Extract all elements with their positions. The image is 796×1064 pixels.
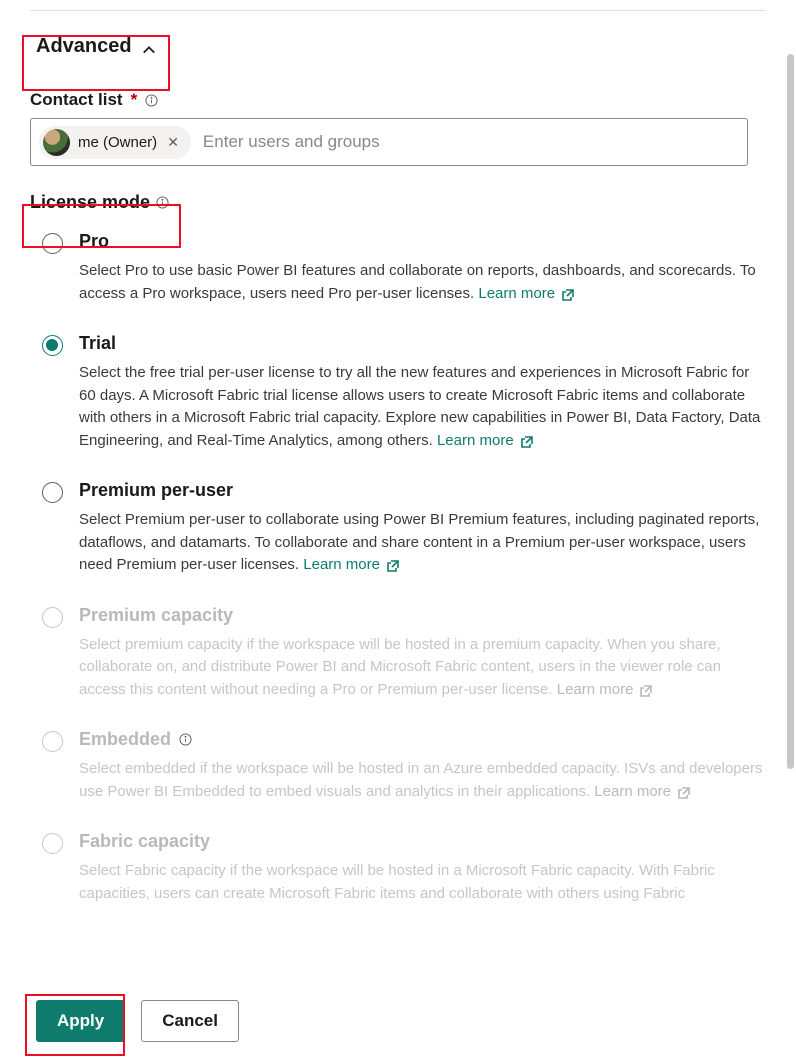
radio-title: Embedded — [79, 729, 766, 750]
advanced-title: Advanced — [36, 35, 132, 58]
radio-title: Trial — [79, 333, 766, 354]
license-mode-radio-group: Pro Select Pro to use basic Power BI feat… — [42, 231, 766, 905]
contact-list-field[interactable]: me (Owner) ✕ — [30, 118, 748, 166]
learn-more-link[interactable]: Learn more — [478, 283, 575, 306]
radio-description: Select Premium per-user to collaborate u… — [79, 509, 766, 577]
cancel-button[interactable]: Cancel — [141, 1000, 239, 1042]
radio-description: Select Pro to use basic Power BI feature… — [79, 260, 766, 305]
chip-label: me (Owner) — [78, 134, 157, 151]
radio-title-text: Trial — [79, 333, 116, 354]
radio-body: Fabric capacity Select Fabric capacity if… — [79, 831, 766, 905]
license-option[interactable]: Pro Select Pro to use basic Power BI feat… — [42, 231, 766, 305]
license-mode-label-text: License mode — [30, 192, 150, 213]
radio-button[interactable] — [42, 233, 63, 254]
learn-more-link: Learn more — [557, 679, 654, 702]
apply-button[interactable]: Apply — [36, 1000, 125, 1042]
license-mode-label: License mode — [30, 192, 766, 213]
radio-body: Trial Select the free trial per-user lice… — [79, 333, 766, 452]
radio-title-text: Premium capacity — [79, 605, 233, 626]
avatar — [43, 129, 70, 156]
radio-body: Pro Select Pro to use basic Power BI feat… — [79, 231, 766, 305]
license-option: Embedded Select embedded if the workspace… — [42, 729, 766, 803]
learn-more-link[interactable]: Learn more — [303, 554, 400, 577]
radio-button — [42, 833, 63, 854]
contact-list-label: Contact list * — [30, 90, 766, 110]
radio-button — [42, 731, 63, 752]
license-option: Fabric capacity Select Fabric capacity if… — [42, 831, 766, 905]
learn-more-link[interactable]: Learn more — [437, 430, 534, 453]
required-marker: * — [131, 90, 138, 110]
external-link-icon — [561, 287, 575, 301]
radio-body: Premium per-user Select Premium per-user … — [79, 480, 766, 577]
external-link-icon — [520, 434, 534, 448]
radio-button — [42, 607, 63, 628]
radio-title-text: Embedded — [79, 729, 171, 750]
chip-remove-icon[interactable]: ✕ — [165, 134, 181, 151]
radio-title: Premium per-user — [79, 480, 766, 501]
divider — [30, 10, 766, 11]
radio-description: Select the free trial per-user license t… — [79, 362, 766, 452]
advanced-section-toggle[interactable]: Advanced — [30, 23, 162, 68]
radio-title: Fabric capacity — [79, 831, 766, 852]
info-icon[interactable] — [145, 94, 158, 107]
radio-title: Premium capacity — [79, 605, 766, 626]
radio-description: Select embedded if the workspace will be… — [79, 758, 766, 803]
info-icon[interactable] — [179, 733, 192, 746]
radio-title-text: Premium per-user — [79, 480, 233, 501]
footer: Apply Cancel — [0, 978, 796, 1064]
radio-title-text: Fabric capacity — [79, 831, 210, 852]
external-link-icon — [639, 683, 653, 697]
external-link-icon — [386, 558, 400, 572]
radio-body: Embedded Select embedded if the workspace… — [79, 729, 766, 803]
contact-input[interactable] — [201, 131, 739, 153]
radio-title: Pro — [79, 231, 766, 252]
radio-description: Select Fabric capacity if the workspace … — [79, 860, 766, 905]
scrollbar[interactable] — [787, 54, 794, 769]
info-icon[interactable] — [156, 196, 169, 209]
contact-chip[interactable]: me (Owner) ✕ — [39, 126, 191, 159]
radio-button[interactable] — [42, 482, 63, 503]
radio-title-text: Pro — [79, 231, 109, 252]
license-option: Premium capacity Select premium capacity … — [42, 605, 766, 702]
radio-description: Select premium capacity if the workspace… — [79, 634, 766, 702]
radio-button[interactable] — [42, 335, 63, 356]
contact-list-label-text: Contact list — [30, 90, 123, 110]
radio-body: Premium capacity Select premium capacity … — [79, 605, 766, 702]
external-link-icon — [677, 785, 691, 799]
license-option[interactable]: Trial Select the free trial per-user lice… — [42, 333, 766, 452]
learn-more-link: Learn more — [594, 781, 691, 804]
license-option[interactable]: Premium per-user Select Premium per-user … — [42, 480, 766, 577]
chevron-up-icon — [142, 40, 156, 54]
